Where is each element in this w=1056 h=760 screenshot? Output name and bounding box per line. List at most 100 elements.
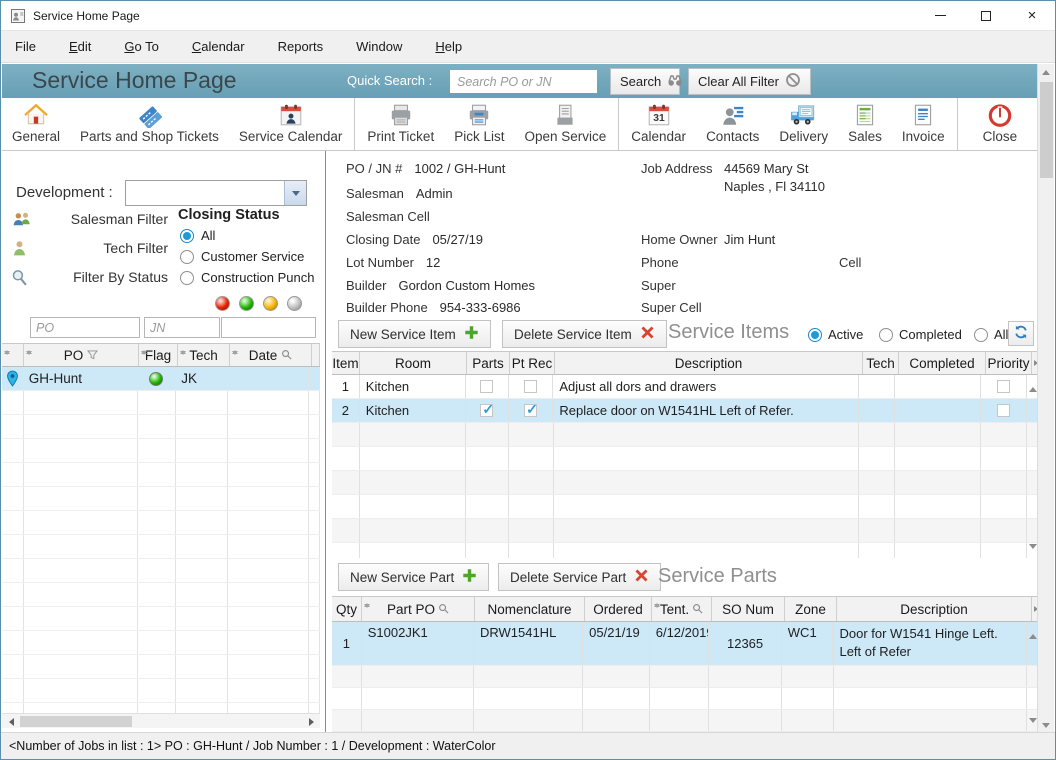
scroll-up-icon[interactable] xyxy=(1038,64,1054,81)
col-room[interactable]: Room xyxy=(360,352,467,374)
col-description[interactable]: Description xyxy=(837,597,1032,621)
service-part-row[interactable]: 1 S1002JK1 DRW1541HL 05/21/19 6/12/2019 … xyxy=(332,622,1040,666)
col-tent[interactable]: Tent. xyxy=(652,597,712,621)
item-pt-rec[interactable] xyxy=(509,375,554,398)
red-status-dot[interactable] xyxy=(215,296,230,311)
yellow-status-dot[interactable] xyxy=(263,296,278,311)
menu-go-to[interactable]: Go To xyxy=(124,39,158,54)
job-row[interactable]: GH-Hunt JK xyxy=(2,367,320,391)
jobs-col-extra[interactable] xyxy=(312,344,320,366)
toolbar-general[interactable]: General xyxy=(2,98,70,150)
col-completed[interactable]: Completed xyxy=(899,352,986,374)
toolbar-close[interactable]: Close xyxy=(973,98,1028,150)
col-tech[interactable]: Tech xyxy=(863,352,899,374)
jobs-col-tech[interactable]: Tech xyxy=(178,344,230,366)
maximize-button[interactable] xyxy=(963,1,1009,30)
tech-filter[interactable]: Tech Filter xyxy=(62,240,168,256)
clear-all-filter-button[interactable]: Clear All Filter xyxy=(688,68,811,95)
delete-service-item-button[interactable]: Delete Service Item xyxy=(502,320,667,348)
toolbar-sales[interactable]: Sales xyxy=(838,98,892,150)
toolbar-open-service[interactable]: Open Service xyxy=(514,98,616,150)
magnifier-icon[interactable] xyxy=(692,602,703,617)
scroll-up-icon[interactable] xyxy=(1029,626,1037,644)
scroll-down-icon[interactable] xyxy=(1029,710,1037,728)
menu-edit[interactable]: Edit xyxy=(69,39,91,54)
closing-status-all[interactable]: All xyxy=(180,228,215,243)
col-priority[interactable]: Priority xyxy=(986,352,1032,374)
item-pt-rec[interactable] xyxy=(509,399,554,422)
search-button[interactable]: Search xyxy=(610,68,680,95)
col-nomenclature[interactable]: Nomenclature xyxy=(475,597,585,621)
horizontal-scrollbar[interactable] xyxy=(2,713,320,728)
scrollbar-thumb[interactable] xyxy=(1040,82,1053,178)
item-parts[interactable] xyxy=(466,399,509,422)
col-ordered[interactable]: Ordered xyxy=(585,597,652,621)
toolbar-calendar[interactable]: 31 Calendar xyxy=(621,98,696,150)
items-filter-all[interactable]: All xyxy=(974,327,1008,342)
vertical-scrollbar[interactable] xyxy=(1037,64,1054,734)
po-filter-input[interactable] xyxy=(30,317,140,338)
close-button[interactable]: × xyxy=(1009,1,1055,30)
refresh-button[interactable] xyxy=(1008,321,1034,346)
scroll-right-icon[interactable] xyxy=(304,717,318,727)
col-so-num[interactable]: SO Num xyxy=(712,597,785,621)
magnifier-icon[interactable] xyxy=(438,602,449,617)
salesman-filter[interactable]: Salesman Filter xyxy=(62,211,168,227)
col-parts[interactable]: Parts xyxy=(467,352,510,374)
scroll-left-icon[interactable] xyxy=(4,717,18,727)
jobs-col-selector[interactable] xyxy=(2,344,24,366)
toolbar-invoice[interactable]: Invoice xyxy=(892,98,955,150)
empty-row xyxy=(332,688,1040,710)
items-filter-completed[interactable]: Completed xyxy=(879,327,962,342)
col-part-po[interactable]: Part PO xyxy=(362,597,475,621)
toolbar-pick-list[interactable]: Pick List xyxy=(444,98,514,150)
jobs-col-date[interactable]: Date xyxy=(230,344,312,366)
toolbar-contacts[interactable]: Contacts xyxy=(696,98,769,150)
funnel-icon[interactable] xyxy=(87,348,98,363)
minimize-button[interactable] xyxy=(917,1,963,30)
extra-filter-input[interactable] xyxy=(221,317,316,338)
new-service-part-button[interactable]: New Service Part xyxy=(338,563,489,591)
col-qty[interactable]: Qty xyxy=(332,597,362,621)
menu-calendar[interactable]: Calendar xyxy=(192,39,245,54)
item-priority[interactable] xyxy=(981,375,1027,398)
menu-file[interactable]: File xyxy=(15,39,36,54)
new-service-item-button[interactable]: New Service Item xyxy=(338,320,491,348)
col-item[interactable]: Item xyxy=(332,352,360,374)
gray-status-dot[interactable] xyxy=(287,296,302,311)
toolbar-service-calendar[interactable]: Service Calendar xyxy=(229,98,353,150)
jobs-col-po[interactable]: PO xyxy=(24,344,139,366)
toolbar-delivery[interactable]: Delivery xyxy=(769,98,838,150)
toolbar-print-ticket[interactable]: Print Ticket xyxy=(357,98,444,150)
service-item-row[interactable]: 2 Kitchen Replace door on W1541HL Left o… xyxy=(332,399,1040,423)
col-description[interactable]: Description xyxy=(555,352,863,374)
scroll-up-icon[interactable] xyxy=(1029,379,1037,397)
item-priority[interactable] xyxy=(981,399,1027,422)
menu-reports[interactable]: Reports xyxy=(278,39,324,54)
green-status-dot[interactable] xyxy=(239,296,254,311)
quick-search-input[interactable] xyxy=(450,70,597,93)
delivery-truck-icon xyxy=(789,101,819,129)
col-pt-rec[interactable]: Pt Rec xyxy=(510,352,555,374)
empty-row xyxy=(332,423,1040,447)
filter-by-status[interactable]: Filter By Status xyxy=(62,269,168,285)
empty-row xyxy=(2,391,320,415)
jn-filter-input[interactable] xyxy=(144,317,220,338)
scrollbar-thumb[interactable] xyxy=(20,716,132,727)
toolbar-parts-and-shop-tickets[interactable]: Parts and Shop Tickets xyxy=(70,98,229,150)
development-dropdown[interactable] xyxy=(125,180,307,206)
service-item-row[interactable]: 1 Kitchen Adjust all dors and drawers xyxy=(332,375,1040,399)
col-zone[interactable]: Zone xyxy=(785,597,837,621)
delete-service-part-button[interactable]: Delete Service Part xyxy=(498,563,661,591)
scroll-down-icon[interactable] xyxy=(1029,536,1037,554)
closing-status-construction-punch[interactable]: Construction Punch xyxy=(180,270,314,285)
magnifier-icon[interactable] xyxy=(281,348,292,363)
closing-status-customer-service[interactable]: Customer Service xyxy=(180,249,304,264)
chevron-down-icon[interactable] xyxy=(284,181,306,205)
menu-help[interactable]: Help xyxy=(435,39,462,54)
builder-value: Gordon Custom Homes xyxy=(398,278,535,293)
items-filter-active[interactable]: Active xyxy=(808,327,863,342)
item-parts[interactable] xyxy=(466,375,509,398)
jobs-col-flag[interactable]: Flag xyxy=(139,344,178,366)
menu-window[interactable]: Window xyxy=(356,39,402,54)
